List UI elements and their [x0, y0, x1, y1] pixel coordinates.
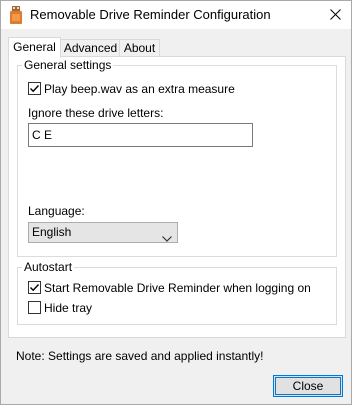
general-settings-group: General settings Play beep.wav as an ext…: [17, 58, 337, 257]
play-beep-label: Play beep.wav as an extra measure: [44, 82, 235, 96]
hide-tray-checkbox[interactable]: [28, 301, 41, 314]
language-selected-value: English: [32, 225, 72, 239]
play-beep-checkbox[interactable]: [28, 82, 41, 95]
language-label: Language:: [28, 204, 85, 218]
usb-drive-icon: [9, 6, 23, 24]
chevron-down-icon: [162, 229, 172, 248]
start-on-logon-checkbox[interactable]: [28, 281, 41, 294]
hide-tray-label: Hide tray: [44, 301, 93, 315]
checkmark-icon: [30, 284, 40, 292]
autostart-title: Autostart: [22, 260, 75, 274]
play-beep-checkbox-row[interactable]: Play beep.wav as an extra measure: [28, 82, 235, 96]
hide-tray-checkbox-row[interactable]: Hide tray: [28, 301, 92, 315]
tab-general[interactable]: General: [8, 37, 61, 58]
close-window-button[interactable]: [321, 1, 351, 29]
checkmark-icon: [30, 85, 40, 93]
tab-panel-general: General settings Play beep.wav as an ext…: [8, 56, 346, 338]
start-on-logon-checkbox-row[interactable]: Start Removable Drive Reminder when logg…: [28, 281, 311, 295]
general-settings-title: General settings: [22, 58, 114, 72]
settings-note: Note: Settings are saved and applied ins…: [16, 349, 264, 363]
start-on-logon-label: Start Removable Drive Reminder when logg…: [44, 281, 311, 295]
window-title: Removable Drive Reminder Configuration: [30, 7, 271, 22]
tab-advanced[interactable]: Advanced: [60, 39, 121, 56]
close-button-label: Close: [292, 379, 324, 393]
close-button[interactable]: Close: [273, 375, 343, 397]
config-window: Removable Drive Reminder Configuration A…: [0, 0, 352, 405]
title-bar: Removable Drive Reminder Configuration: [1, 1, 351, 29]
tab-about[interactable]: About: [119, 39, 160, 56]
close-icon: [330, 9, 341, 20]
language-select[interactable]: English: [28, 222, 178, 243]
autostart-group: Autostart Start Removable Drive Reminder…: [17, 260, 337, 325]
ignore-letters-label: Ignore these drive letters:: [28, 106, 164, 120]
ignore-letters-input[interactable]: C E: [28, 123, 253, 147]
